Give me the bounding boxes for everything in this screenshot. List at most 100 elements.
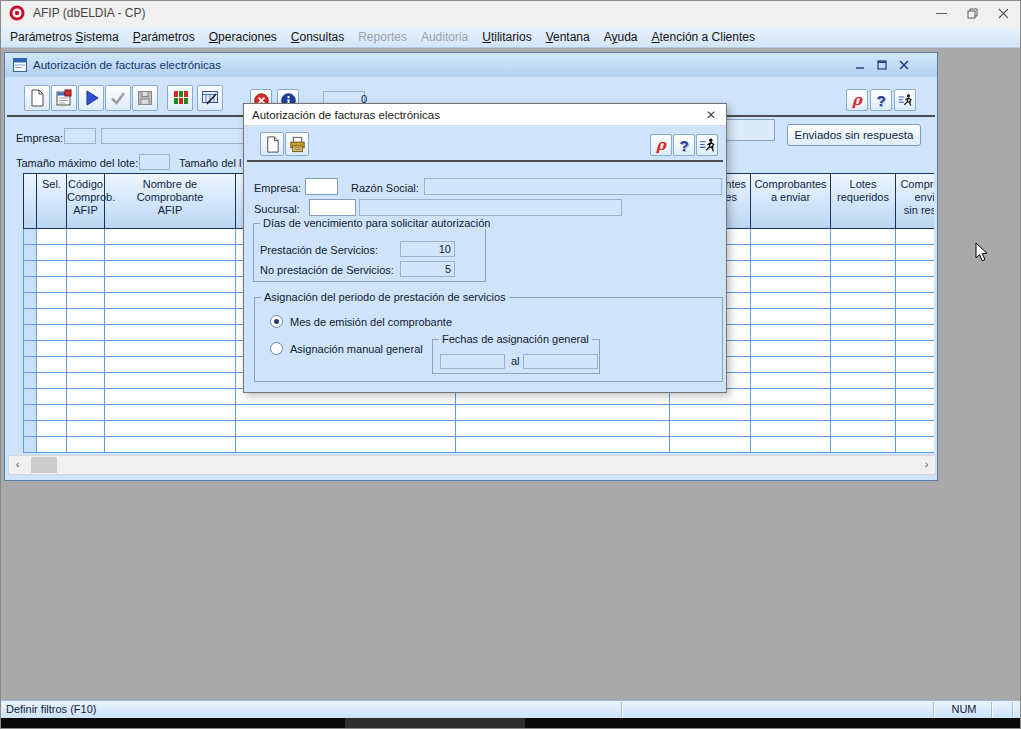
confirm-button[interactable]: [105, 85, 131, 111]
grid-cell[interactable]: [67, 277, 105, 293]
dialog-new-document-button[interactable]: [260, 132, 284, 156]
grid-cell[interactable]: [67, 293, 105, 309]
grid-cell[interactable]: [831, 437, 896, 453]
grid-cell[interactable]: [751, 357, 831, 373]
grid-row-indicator[interactable]: [23, 261, 37, 277]
grid-cell[interactable]: [896, 421, 934, 437]
grid-cell[interactable]: [236, 405, 456, 421]
grid-cell[interactable]: [896, 309, 934, 325]
grid-cell[interactable]: [831, 293, 896, 309]
grid-header-cell[interactable]: [23, 174, 37, 228]
grid-cell[interactable]: [751, 389, 831, 405]
grid-cell[interactable]: [67, 389, 105, 405]
grid-cell[interactable]: [37, 421, 67, 437]
grid-row-indicator[interactable]: [23, 437, 37, 453]
scroll-right-arrow[interactable]: ›: [918, 456, 935, 474]
grid-cell[interactable]: [831, 373, 896, 389]
grid-cell[interactable]: [896, 325, 934, 341]
grid-header-cell[interactable]: CódigoComprob.AFIP: [67, 174, 105, 228]
grid-cell[interactable]: [37, 229, 67, 245]
grid-cell[interactable]: [37, 341, 67, 357]
grid-cell[interactable]: [37, 261, 67, 277]
grid-row-indicator[interactable]: [23, 293, 37, 309]
grid-cell[interactable]: [896, 373, 934, 389]
scroll-thumb[interactable]: [31, 457, 57, 473]
grid-cell[interactable]: [896, 341, 934, 357]
grid-row-indicator[interactable]: [23, 325, 37, 341]
grid-cell[interactable]: [37, 405, 67, 421]
grid-cell[interactable]: [831, 325, 896, 341]
child-titlebar[interactable]: Autorización de facturas electrónicas: [5, 53, 937, 77]
grid-cell[interactable]: [105, 309, 236, 325]
grid-cell[interactable]: [67, 421, 105, 437]
grid-cell[interactable]: [105, 245, 236, 261]
grid-header-cell[interactable]: Nombre deComprobanteAFIP: [105, 174, 236, 228]
exit-button[interactable]: [894, 89, 916, 111]
child-maximize-button[interactable]: [871, 57, 893, 73]
grid-cell[interactable]: [751, 421, 831, 437]
fecha-desde-field[interactable]: [440, 354, 505, 369]
grid-row-indicator[interactable]: [23, 309, 37, 325]
grid-cell[interactable]: [831, 341, 896, 357]
radio-mes-emision[interactable]: [270, 315, 283, 328]
grid-cell[interactable]: [831, 277, 896, 293]
grid-cell[interactable]: [105, 389, 236, 405]
fecha-hasta-field[interactable]: [523, 354, 598, 369]
tamano-lote-field[interactable]: [139, 154, 170, 170]
dialog-sucursal-field[interactable]: [309, 199, 356, 216]
phone-button[interactable]: ρ: [846, 89, 868, 111]
menu-item-par-metros[interactable]: Parámetros: [126, 27, 202, 47]
dialog-help-button[interactable]: ?: [673, 134, 695, 156]
dialog-print-button[interactable]: [285, 132, 309, 156]
grid-cell[interactable]: [67, 261, 105, 277]
data-columns-button[interactable]: [167, 85, 193, 111]
child-minimize-button[interactable]: [849, 57, 871, 73]
grid-cell[interactable]: [751, 277, 831, 293]
grid-row-indicator[interactable]: [23, 341, 37, 357]
properties-button[interactable]: [51, 85, 77, 111]
grid-row-indicator[interactable]: [23, 421, 37, 437]
menu-item-ayuda[interactable]: Ayuda: [597, 27, 645, 47]
grid-header-cell[interactable]: Lotesrequeridos: [831, 174, 896, 228]
grid-cell[interactable]: [896, 245, 934, 261]
grid-cell[interactable]: [896, 261, 934, 277]
enviados-sin-respuesta-button[interactable]: Enviados sin respuesta: [787, 124, 921, 146]
grid-cell[interactable]: [831, 229, 896, 245]
grid-cell[interactable]: [831, 357, 896, 373]
screen-edit-button[interactable]: [197, 85, 223, 111]
grid-cell[interactable]: [105, 293, 236, 309]
grid-cell[interactable]: [37, 245, 67, 261]
dialog-titlebar[interactable]: Autorización de facturas electrónicas ✕: [244, 104, 726, 126]
grid-row-indicator[interactable]: [23, 405, 37, 421]
grid-cell[interactable]: [105, 405, 236, 421]
close-button[interactable]: [988, 0, 1019, 27]
scroll-left-arrow[interactable]: ‹: [9, 456, 26, 474]
grid-row-indicator[interactable]: [23, 277, 37, 293]
minimize-button[interactable]: [926, 0, 957, 27]
grid-cell[interactable]: [831, 245, 896, 261]
radio-asignacion-manual[interactable]: [270, 342, 283, 355]
grid-cell[interactable]: [105, 373, 236, 389]
grid-cell[interactable]: [670, 405, 751, 421]
menu-item-utilitarios[interactable]: Utilitarios: [475, 27, 538, 47]
grid-cell[interactable]: [67, 357, 105, 373]
grid-cell[interactable]: [831, 261, 896, 277]
grid-cell[interactable]: [896, 357, 934, 373]
grid-cell[interactable]: [751, 229, 831, 245]
grid-cell[interactable]: [236, 437, 456, 453]
grid-cell[interactable]: [37, 373, 67, 389]
grid-cell[interactable]: [896, 437, 934, 453]
menu-item-par-metros-sistema[interactable]: Parámetros Sistema: [3, 27, 126, 47]
grid-cell[interactable]: [751, 341, 831, 357]
grid-row-indicator[interactable]: [23, 229, 37, 245]
radio-asignacion-manual-label[interactable]: Asignación manual general: [290, 343, 423, 355]
grid-cell[interactable]: [236, 421, 456, 437]
dialog-close-button[interactable]: ✕: [702, 106, 720, 124]
dialog-exit-button[interactable]: [696, 134, 718, 156]
empresa-code-field[interactable]: [64, 128, 96, 144]
menu-item-auditoria[interactable]: Auditoria: [414, 27, 475, 47]
dialog-empresa-field[interactable]: [305, 178, 338, 195]
grid-cell[interactable]: [896, 277, 934, 293]
menu-item-atenci-n-a-clientes[interactable]: Atención a Clientes: [645, 27, 762, 47]
grid-row-indicator[interactable]: [23, 357, 37, 373]
